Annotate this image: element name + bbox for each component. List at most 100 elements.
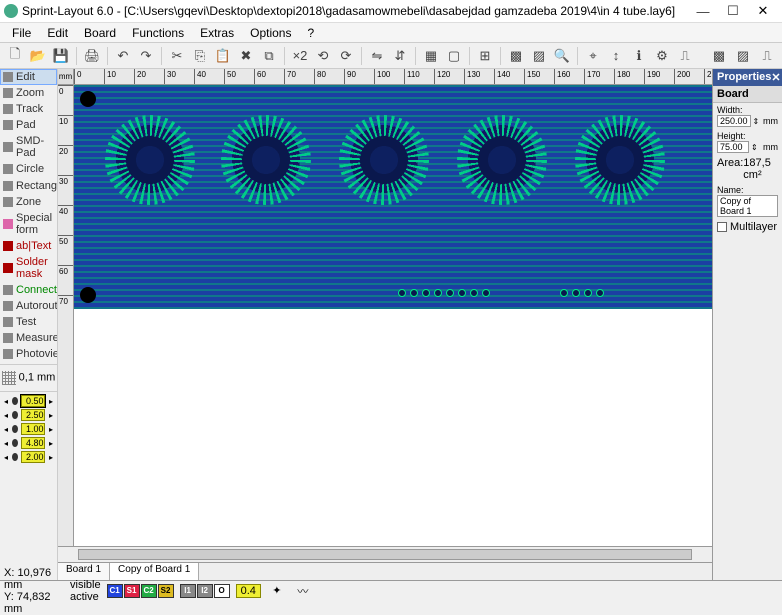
tool-autoroute[interactable]: Autoroute (0, 298, 57, 314)
size-inc[interactable]: ▸ (48, 439, 54, 447)
layer-s1[interactable]: S1 (124, 584, 140, 598)
hash2-button[interactable]: ▨ (528, 45, 550, 67)
target-button[interactable]: ⌖ (582, 45, 604, 67)
new-button[interactable]: 🗋 (4, 45, 26, 67)
gate-r-button[interactable]: ⎍ (756, 45, 778, 67)
canvas-area: mm 0102030405060708090100110120130140150… (58, 69, 712, 580)
tool-special-form[interactable]: Special form (0, 210, 57, 238)
tool-zoom[interactable]: Zoom (0, 85, 57, 101)
size-value[interactable]: 4.80 (21, 437, 45, 449)
name-input[interactable]: Copy of Board 1 (717, 195, 778, 217)
size-inc[interactable]: ▸ (48, 453, 54, 461)
size-value[interactable]: 0.50 (21, 395, 45, 407)
mirror-h-button[interactable]: ⇋ (366, 45, 388, 67)
size-inc[interactable]: ▸ (48, 425, 54, 433)
redo-button[interactable]: ↷ (135, 45, 157, 67)
tool-solder-mask[interactable]: Solder mask (0, 254, 57, 282)
menu-options[interactable]: Options (242, 24, 299, 42)
width-spinner[interactable]: ⇕ (753, 117, 761, 126)
tool-test[interactable]: Test (0, 314, 57, 330)
info-button[interactable]: ℹ (628, 45, 650, 67)
tool-measure[interactable]: Measure (0, 330, 57, 346)
rotate-r-button[interactable]: ⟳ (335, 45, 357, 67)
layer-c2[interactable]: C2 (141, 584, 157, 598)
size-dec[interactable]: ◂ (3, 397, 9, 405)
menu-extras[interactable]: Extras (192, 24, 242, 42)
hash1-button[interactable]: ▩ (505, 45, 527, 67)
save-button[interactable]: 💾 (50, 45, 72, 67)
print-button[interactable]: 🖨 (81, 45, 103, 67)
window-title: Sprint-Layout 6.0 - [C:\Users\gqevi\Desk… (22, 4, 688, 18)
height-input[interactable]: 75.00 (717, 141, 749, 153)
tool-photoview[interactable]: Photoview (0, 346, 57, 362)
size-inc[interactable]: ▸ (48, 397, 54, 405)
tool-pad[interactable]: Pad (0, 117, 57, 133)
zoom-icon (3, 88, 13, 98)
gate-button[interactable]: ⎍ (674, 45, 696, 67)
height-spinner[interactable]: ⇕ (751, 143, 761, 152)
grid-size-button[interactable]: 0,1 mm (0, 367, 57, 389)
pcb-board (74, 85, 712, 309)
menu-board[interactable]: Board (76, 24, 124, 42)
menu-functions[interactable]: Functions (124, 24, 192, 42)
size-value[interactable]: 2.50 (21, 409, 45, 421)
layer-s2[interactable]: S2 (158, 584, 174, 598)
x2-button[interactable]: ×2 (289, 45, 311, 67)
ungroup-button[interactable]: ▢ (443, 45, 465, 67)
tool-rectangle[interactable]: Rectangle▾ (0, 177, 57, 194)
snap-button[interactable]: ⊞ (474, 45, 496, 67)
tab-copy-of-board-1[interactable]: Copy of Board 1 (110, 563, 199, 580)
layer-o[interactable]: O (214, 584, 230, 598)
layer-c1[interactable]: C1 (107, 584, 123, 598)
size-value[interactable]: 1.00 (21, 423, 45, 435)
hash-r1-button[interactable]: ▩ (708, 45, 730, 67)
hash-r2-button[interactable]: ▨ (732, 45, 754, 67)
rotate-l-button[interactable]: ⟲ (312, 45, 334, 67)
crosshair-icon[interactable]: ✦ (267, 583, 287, 599)
size-dec[interactable]: ◂ (3, 453, 9, 461)
tool-text[interactable]: ab|Text (0, 238, 57, 254)
tracksize-display[interactable]: 0.4 (236, 584, 261, 598)
zoom-sel-button[interactable]: 🔍 (551, 45, 573, 67)
size-dec[interactable]: ◂ (3, 411, 9, 419)
tool-smd-pad[interactable]: SMD-Pad (0, 133, 57, 161)
copy-button[interactable]: ⎘ (189, 45, 211, 67)
multilayer-checkbox[interactable]: Multilayer (713, 219, 782, 235)
size-dec[interactable]: ◂ (3, 425, 9, 433)
cut-button[interactable]: ✂ (166, 45, 188, 67)
scrollbar-horizontal[interactable] (58, 546, 712, 562)
tab-board-1[interactable]: Board 1 (58, 563, 110, 580)
minimize-button[interactable]: — (688, 1, 718, 21)
ruler-horizontal: 0102030405060708090100110120130140150160… (74, 69, 712, 84)
size-row-4: ◂ 2.00▸ (0, 450, 57, 464)
open-button[interactable]: 📂 (27, 45, 49, 67)
layer-i2[interactable]: I2 (197, 584, 213, 598)
tool-circle[interactable]: Circle (0, 161, 57, 177)
gear-button[interactable]: ⚙ (651, 45, 673, 67)
mirror-v-button[interactable]: ⇵ (389, 45, 411, 67)
tool-track[interactable]: Track (0, 101, 57, 117)
maximize-button[interactable]: ☐ (718, 1, 748, 21)
layer-i1[interactable]: I1 (180, 584, 196, 598)
dup-button[interactable]: ⧉ (258, 45, 280, 67)
properties-close-icon[interactable]: ✕ (771, 71, 780, 84)
pcb-canvas[interactable] (74, 85, 712, 546)
size-dec[interactable]: ◂ (3, 439, 9, 447)
menu-edit[interactable]: Edit (39, 24, 76, 42)
dim-y-button[interactable]: ↕ (605, 45, 627, 67)
close-button[interactable]: ✕ (748, 1, 778, 21)
menu-help[interactable]: ? (299, 24, 322, 42)
width-input[interactable]: 250.00 (717, 115, 751, 127)
undo-button[interactable]: ↶ (112, 45, 134, 67)
tool-zone[interactable]: Zone (0, 194, 57, 210)
mirror-icon[interactable]: 〰 (293, 583, 313, 599)
tool-edit[interactable]: Edit (0, 69, 57, 85)
tool-connections[interactable]: Connections (0, 282, 57, 298)
smd-pad-icon (3, 142, 13, 152)
delete-button[interactable]: ✖ (235, 45, 257, 67)
menu-file[interactable]: File (4, 24, 39, 42)
size-inc[interactable]: ▸ (48, 411, 54, 419)
paste-button[interactable]: 📋 (212, 45, 234, 67)
group-button[interactable]: ▦ (420, 45, 442, 67)
size-value[interactable]: 2.00 (21, 451, 45, 463)
